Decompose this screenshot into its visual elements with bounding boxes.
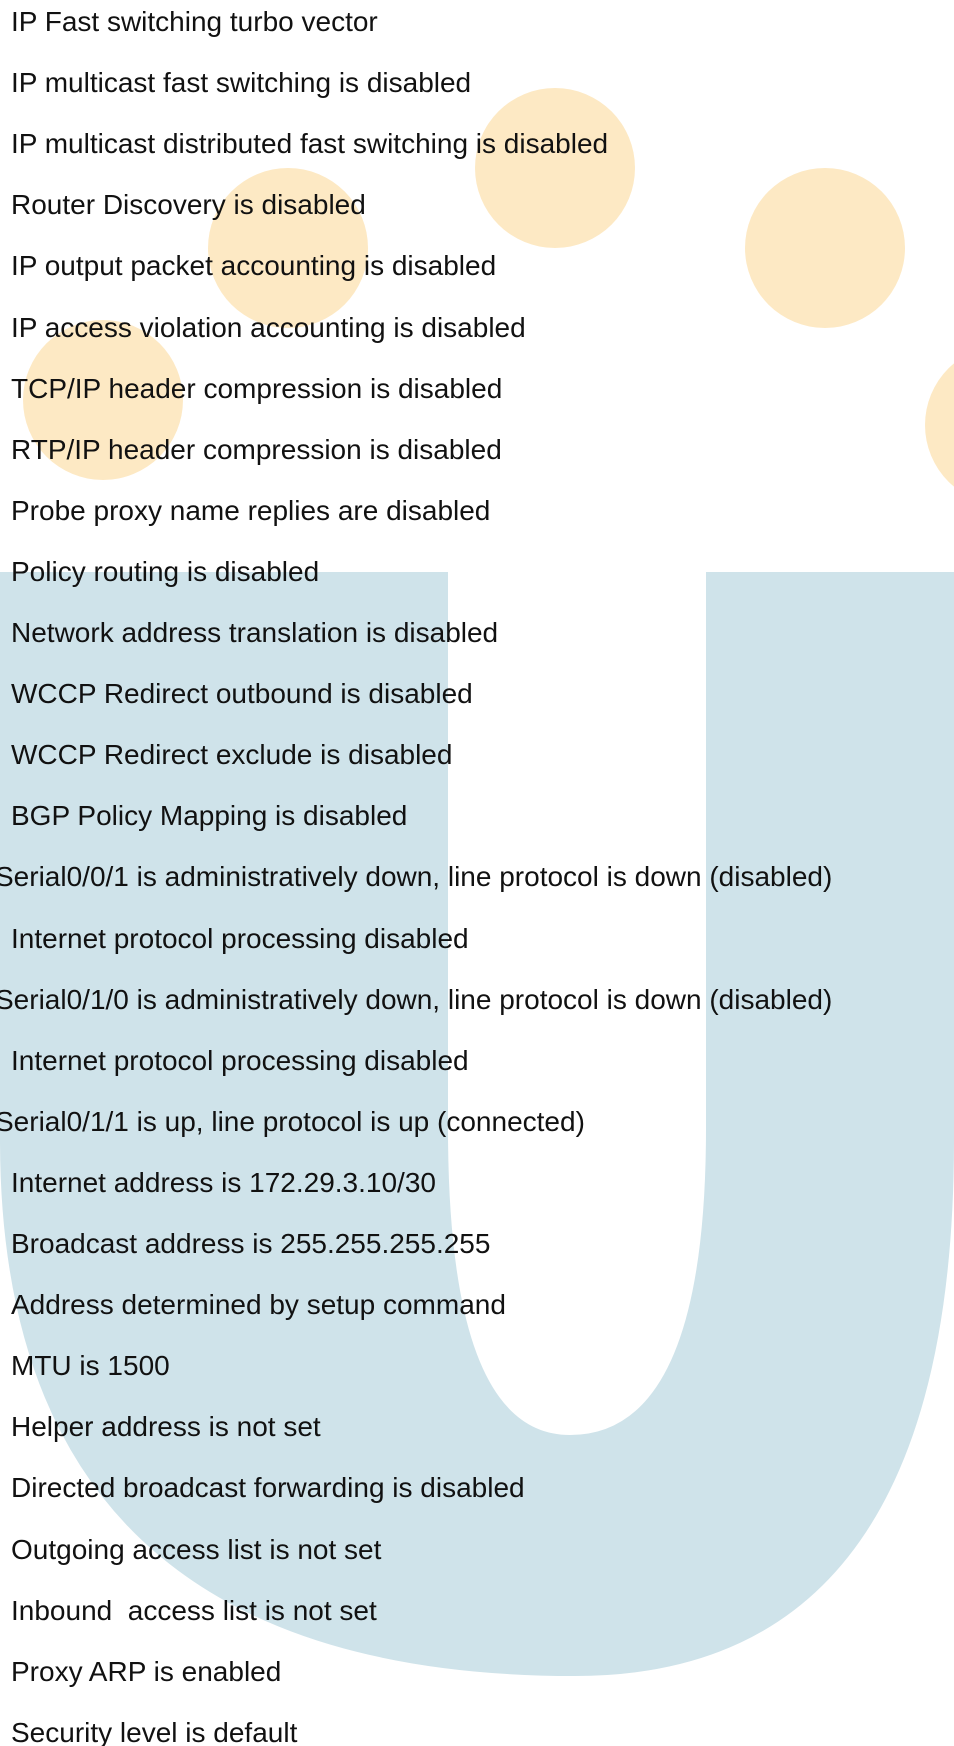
text-line: Probe proxy name replies are disabled — [11, 494, 491, 526]
text-line: Security level is default — [11, 1716, 298, 1746]
text-line: IP Fast switching turbo vector — [11, 6, 378, 37]
text-line: Internet protocol processing disabled — [11, 1044, 469, 1076]
text-line: Proxy ARP is enabled — [11, 1655, 282, 1687]
text-line: RTP/IP header compression is disabled — [11, 433, 502, 465]
text-line: Policy routing is disabled — [11, 555, 320, 587]
text-line: WCCP Redirect exclude is disabled — [11, 739, 453, 771]
document-page: IP Fast switching turbo vector IP multica… — [0, 0, 954, 1746]
text-line: IP output packet accounting is disabled — [11, 250, 497, 282]
text-line: Router Discovery is disabled — [11, 189, 366, 221]
text-line: Network address translation is disabled — [11, 617, 499, 648]
text-line: Serial0/1/1 is up, line protocol is up (… — [0, 1105, 585, 1137]
text-line: TCP/IP header compression is disabled — [11, 372, 503, 404]
text-line: Directed broadcast forwarding is disable… — [11, 1472, 525, 1504]
text-line: IP multicast fast switching is disabled — [11, 67, 472, 99]
text-line: Outgoing access list is not set — [11, 1533, 382, 1565]
text-line: Serial0/0/1 is administratively down, li… — [0, 861, 833, 893]
text-line: IP multicast distributed fast switching … — [11, 128, 609, 160]
text-line: BGP Policy Mapping is disabled — [11, 800, 408, 832]
text-line: Serial0/1/0 is administratively down, li… — [0, 983, 833, 1015]
text-line: IP access violation accounting is disabl… — [11, 311, 526, 343]
text-lines: IP Fast switching turbo vector IP multica… — [0, 0, 954, 1746]
text-line: Internet protocol processing disabled — [11, 922, 469, 954]
text-line: Address determined by setup command — [11, 1289, 506, 1321]
text-line: Inbound access list is not set — [11, 1594, 377, 1626]
text-line: MTU is 1500 — [11, 1350, 170, 1382]
text-line: WCCP Redirect outbound is disabled — [11, 678, 473, 710]
text-line: Broadcast address is 255.255.255.255 — [11, 1228, 491, 1259]
text-line: Helper address is not set — [11, 1411, 321, 1443]
text-line: Internet address is 172.29.3.10/30 — [11, 1166, 436, 1198]
